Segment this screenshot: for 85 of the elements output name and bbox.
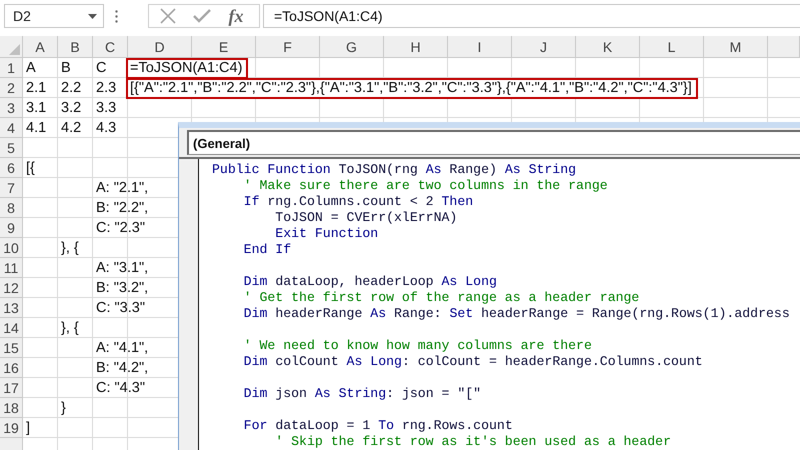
row-number[interactable]: 13 bbox=[0, 298, 23, 318]
cell-text: A: "2.1", bbox=[95, 180, 148, 196]
cell-text: 2.2 bbox=[60, 80, 82, 96]
cell-text: 4.2 bbox=[60, 120, 82, 136]
select-all-button[interactable] bbox=[0, 36, 23, 58]
code-line: Dim json As String: json = "[" bbox=[242, 386, 482, 402]
column-header[interactable]: C bbox=[93, 36, 128, 58]
column-header[interactable]: E bbox=[192, 36, 256, 58]
column-header[interactable]: H bbox=[384, 36, 448, 58]
column-header[interactable] bbox=[768, 36, 800, 58]
column-header[interactable]: M bbox=[704, 36, 768, 58]
column-header[interactable]: G bbox=[320, 36, 384, 58]
code-line: Public Function ToJSON(rng As Range) As String bbox=[212, 162, 578, 178]
code-line: End If bbox=[242, 242, 292, 258]
cell-text: ] bbox=[25, 420, 30, 436]
cell-text: C bbox=[95, 60, 106, 76]
row-number[interactable]: 16 bbox=[0, 358, 23, 378]
cell-text: [{ bbox=[25, 160, 35, 176]
row-number[interactable]: 19 bbox=[0, 418, 23, 438]
code-line: For dataLoop = 1 To rng.Rows.count bbox=[242, 418, 514, 434]
cell-text: 3.3 bbox=[95, 100, 116, 116]
code-line: ' Skip the first row as it's been used as a header bbox=[274, 434, 672, 450]
column-header[interactable]: I bbox=[448, 36, 512, 58]
check-icon bbox=[193, 9, 211, 23]
cell-text: 4.1 bbox=[25, 120, 46, 136]
cell-text: 4.3 bbox=[95, 120, 116, 136]
row-number[interactable]: 10 bbox=[0, 238, 23, 258]
row-number[interactable]: 7 bbox=[0, 178, 23, 198]
code-line: Dim colCount As Long: colCount = headerRange.Columns.count bbox=[242, 354, 704, 370]
code-line: Dim headerRange As Range: Set headerRange = Range(rng.Rows(1).address bbox=[242, 306, 791, 322]
formula-field[interactable]: =ToJSON(A1:C4) bbox=[263, 4, 800, 28]
name-box[interactable]: D2 bbox=[4, 4, 104, 28]
cell-text: A: "4.1", bbox=[95, 340, 148, 356]
row-number[interactable]: 17 bbox=[0, 378, 23, 398]
row-number[interactable]: 5 bbox=[0, 138, 23, 158]
row-number[interactable]: 11 bbox=[0, 258, 23, 278]
row-number[interactable]: 15 bbox=[0, 338, 23, 358]
outlined-cell-text: =ToJSON(A1:C4) bbox=[126, 58, 248, 78]
code-line: Exit Function bbox=[274, 226, 380, 242]
code-line: ' Make sure there are two columns in the range bbox=[242, 178, 609, 194]
column-header[interactable]: F bbox=[256, 36, 320, 58]
cell-text: A bbox=[25, 60, 36, 76]
cell-text: 3.1 bbox=[25, 100, 46, 116]
column-header[interactable]: K bbox=[576, 36, 640, 58]
row-number[interactable]: 3 bbox=[0, 98, 23, 118]
close-icon bbox=[160, 8, 176, 24]
cell-text: B bbox=[60, 60, 71, 76]
insert-function-button[interactable]: fx bbox=[223, 6, 249, 26]
code-line: ' Get the first row of the range as a header range bbox=[242, 290, 640, 306]
code-line: Dim dataLoop, headerLoop As Long bbox=[242, 274, 498, 290]
object-dropdown[interactable]: (General) bbox=[187, 130, 800, 155]
row-number[interactable]: 4 bbox=[0, 118, 23, 138]
cell-text: B: "2.2", bbox=[95, 200, 148, 216]
column-header[interactable]: B bbox=[58, 36, 93, 58]
cell-text: A: "3.1", bbox=[95, 260, 148, 276]
outlined-cell-text: [{"A":"2.1","B":"2.2","C":"2.3"},{"A":"3.1","B":"3.2","C":"3.3"},{"A":"4.1","B":"4.2","C":"4.3"}] bbox=[126, 78, 698, 98]
code-line: ' We need to know how many columns are there bbox=[242, 338, 593, 354]
triangle-icon bbox=[9, 44, 20, 55]
cell-text: C: "2.3" bbox=[95, 220, 145, 236]
cell-text: C: "3.3" bbox=[95, 300, 145, 316]
cell-text: 2.3 bbox=[95, 80, 116, 96]
cell-text: }, { bbox=[60, 240, 79, 256]
row-number[interactable]: 18 bbox=[0, 398, 23, 418]
row-number[interactable]: 6 bbox=[0, 158, 23, 178]
cell-text: B: "3.2", bbox=[95, 280, 148, 296]
cell-text: }, { bbox=[60, 320, 79, 336]
column-header[interactable]: J bbox=[512, 36, 576, 58]
cell-text: C: "4.3" bbox=[95, 380, 145, 396]
caret-icon bbox=[88, 14, 97, 18]
column-header[interactable]: D bbox=[128, 36, 192, 58]
column-header[interactable]: A bbox=[23, 36, 58, 58]
row-number[interactable]: 2 bbox=[0, 78, 23, 98]
row-number[interactable]: 12 bbox=[0, 278, 23, 298]
row-number[interactable]: 9 bbox=[0, 218, 23, 238]
column-header[interactable]: L bbox=[640, 36, 704, 58]
row-number[interactable]: 1 bbox=[0, 58, 23, 78]
code-line: If rng.Columns.count < 2 Then bbox=[242, 194, 474, 210]
cell-text: 3.2 bbox=[60, 100, 82, 116]
code-line: ToJSON = CVErr(xlErrNA) bbox=[274, 210, 458, 226]
cell-text: } bbox=[60, 400, 66, 416]
row-number[interactable]: 14 bbox=[0, 318, 23, 338]
cell-text: B: "4.2", bbox=[95, 360, 148, 376]
row-number[interactable]: 8 bbox=[0, 198, 23, 218]
cell-text: 2.1 bbox=[25, 80, 46, 96]
dots-icon[interactable] bbox=[115, 10, 118, 22]
